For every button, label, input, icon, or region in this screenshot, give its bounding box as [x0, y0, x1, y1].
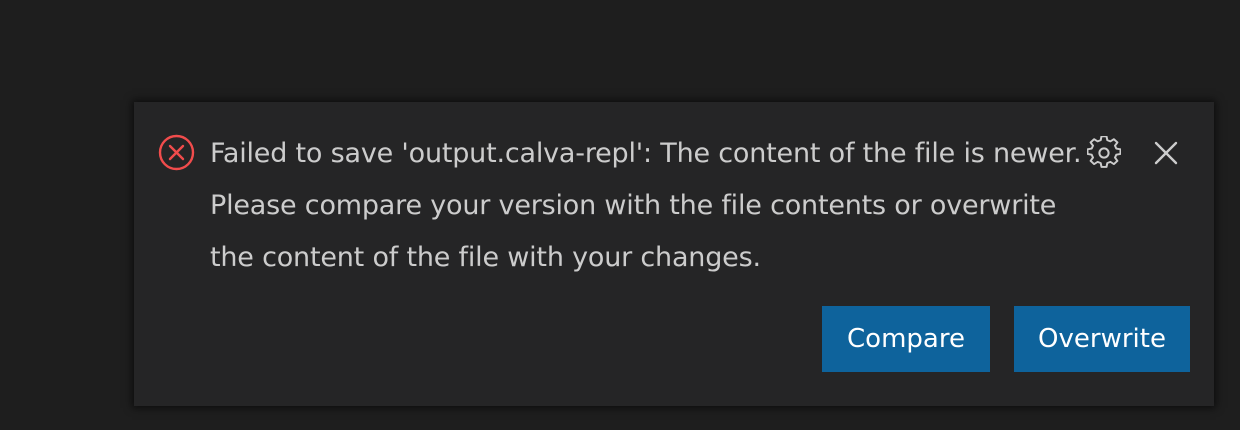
gear-icon[interactable] — [1085, 134, 1123, 172]
error-icon — [158, 134, 195, 171]
editor-background: Failed to save 'output.calva-repl': The … — [0, 0, 1240, 430]
close-icon[interactable] — [1147, 134, 1185, 172]
notification-message: Failed to save 'output.calva-repl': The … — [210, 138, 1082, 273]
overwrite-button[interactable]: Overwrite — [1014, 306, 1190, 372]
compare-button[interactable]: Compare — [822, 306, 990, 372]
notification-toast: Failed to save 'output.calva-repl': The … — [134, 102, 1214, 406]
